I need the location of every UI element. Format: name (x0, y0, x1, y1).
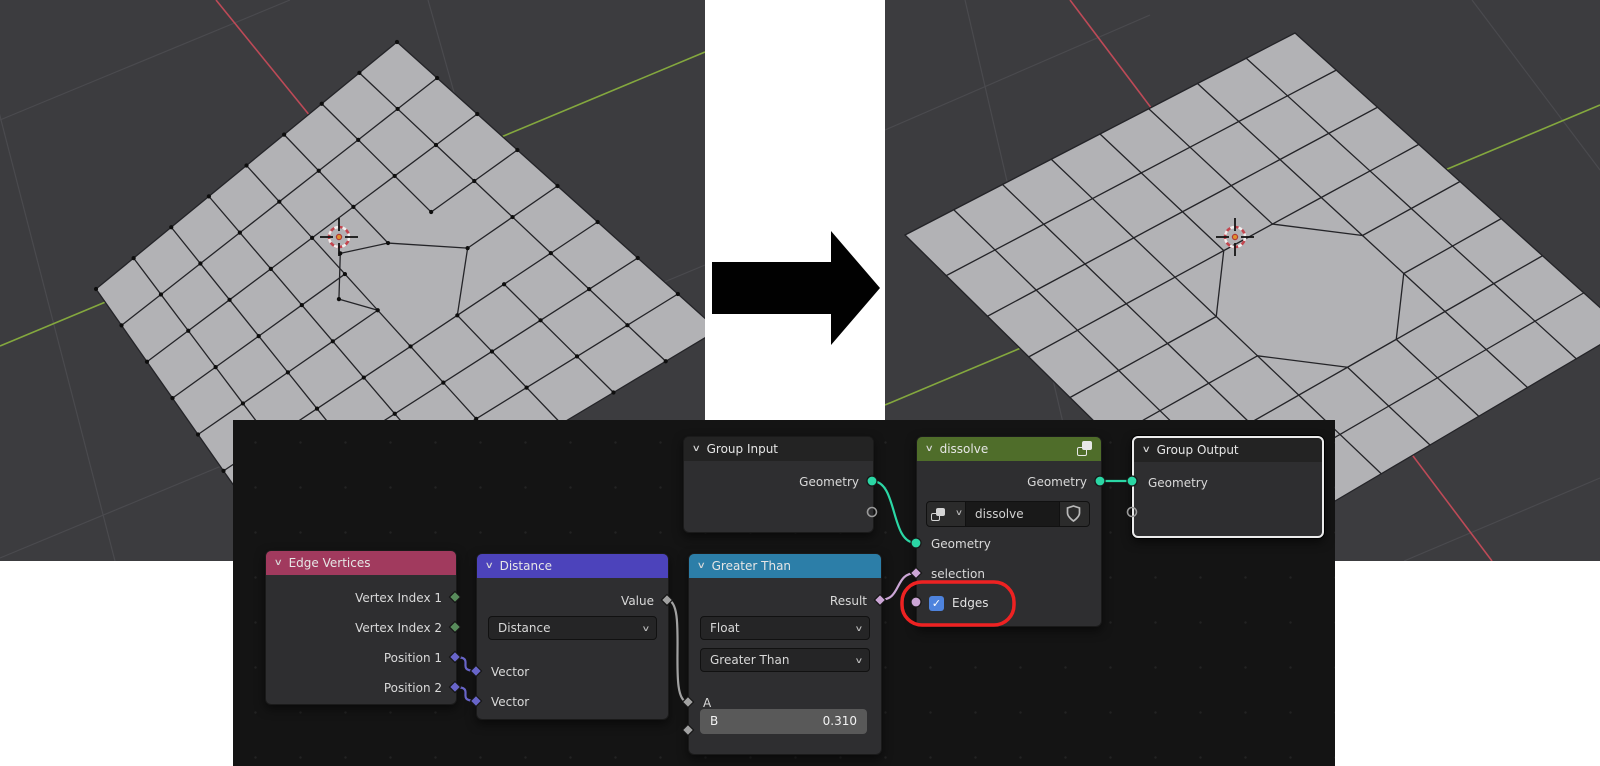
socket-label-geometry: Geometry (1148, 476, 1208, 490)
node-editor-panel[interactable]: ∨ Edge Vertices Vertex Index 1 Vertex Index… (233, 420, 1335, 766)
fake-user-shield-button[interactable] (1059, 501, 1090, 527)
value-slider-b[interactable]: B 0.310 (700, 709, 867, 734)
node-header-group-input[interactable]: ∨ Group Input (684, 437, 873, 461)
chevron-down-icon: ∨ (854, 656, 864, 665)
node-distance[interactable]: ∨ Distance Value Distance ∨ Vector Vector (476, 553, 669, 720)
node-header-group-output[interactable]: ∨ Group Output (1134, 438, 1322, 462)
dropdown-value: Greater Than (710, 653, 790, 667)
node-edge-vertices[interactable]: ∨ Edge Vertices Vertex Index 1 Vertex Index… (265, 550, 457, 705)
socket-label-position-2: Position 2 (383, 681, 442, 695)
node-title: Group Input (706, 442, 779, 456)
chevron-down-icon: ∨ (954, 508, 964, 517)
socket-label-selection: selection (931, 567, 985, 581)
node-header-edge-vertices[interactable]: ∨ Edge Vertices (266, 551, 456, 575)
chevron-down-icon: ∨ (641, 624, 651, 633)
socket-label-position-1: Position 1 (383, 651, 442, 665)
node-header-distance[interactable]: ∨ Distance (477, 554, 668, 578)
socket-label-vector: Vector (491, 665, 530, 679)
dropdown-value: Distance (498, 621, 551, 635)
slider-label: B (710, 714, 719, 728)
checkbox-checked[interactable]: ✓ (929, 595, 944, 611)
node-title: dissolve (939, 442, 989, 456)
shield-icon (1066, 505, 1081, 523)
dropdown-float[interactable]: Float ∨ (700, 616, 870, 640)
collapse-chevron-icon[interactable]: ∨ (925, 444, 934, 454)
socket-label-vertex-index-2: Vertex Index 2 (355, 621, 442, 635)
dropdown-value: Float (710, 621, 740, 635)
node-title: Edge Vertices (288, 556, 371, 570)
checkbox-label: Edges (952, 596, 989, 610)
node-group-output[interactable]: ∨ Group Output Geometry (1132, 436, 1324, 538)
node-title: Group Output (1156, 443, 1239, 457)
node-group-name-field[interactable]: dissolve (966, 501, 1059, 527)
node-group-browse-button[interactable]: ∨ (926, 501, 966, 527)
edges-checkbox-row: ✓ Edges (929, 594, 988, 612)
socket-label-value: Value (621, 594, 654, 608)
node-dissolve-group[interactable]: ∨ dissolve Geometry ∨ dissolve Geometry select… (916, 436, 1102, 627)
nodetree-icon (1076, 441, 1093, 456)
node-header-dissolve-group[interactable]: ∨ dissolve (917, 437, 1101, 461)
socket-label-vertex-index-1: Vertex Index 1 (355, 591, 442, 605)
node-title: Distance (499, 559, 553, 573)
socket-label-geometry: Geometry (1027, 475, 1087, 489)
blender-before-after-collage: ∨ Edge Vertices Vertex Index 1 Vertex Index… (0, 0, 1600, 766)
node-group-selector: ∨ dissolve (926, 501, 1090, 527)
transform-arrow-icon (712, 231, 880, 345)
collapse-chevron-icon[interactable]: ∨ (274, 558, 283, 568)
dropdown-greater-than[interactable]: Greater Than ∨ (700, 648, 870, 672)
node-title: Greater Than (711, 559, 792, 573)
slider-value: 0.310 (822, 714, 857, 728)
socket-label-geometry: Geometry (931, 537, 991, 551)
collapse-chevron-icon[interactable]: ∨ (697, 561, 706, 571)
collapse-chevron-icon[interactable]: ∨ (692, 444, 701, 454)
collapse-chevron-icon[interactable]: ∨ (1142, 445, 1151, 455)
node-header-greater-than[interactable]: ∨ Greater Than (689, 554, 881, 578)
socket-label-geometry: Geometry (799, 475, 859, 489)
node-group-input[interactable]: ∨ Group Input Geometry (683, 436, 874, 533)
node-greater-than[interactable]: ∨ Greater Than Result Float ∨ Greater Than ∨ A B… (688, 553, 882, 755)
nodetree-icon (931, 507, 945, 521)
dropdown-distance[interactable]: Distance ∨ (488, 616, 657, 640)
collapse-chevron-icon[interactable]: ∨ (485, 561, 494, 571)
chevron-down-icon: ∨ (854, 624, 864, 633)
socket-label-vector: Vector (491, 695, 530, 709)
socket-label-result: Result (829, 594, 867, 608)
